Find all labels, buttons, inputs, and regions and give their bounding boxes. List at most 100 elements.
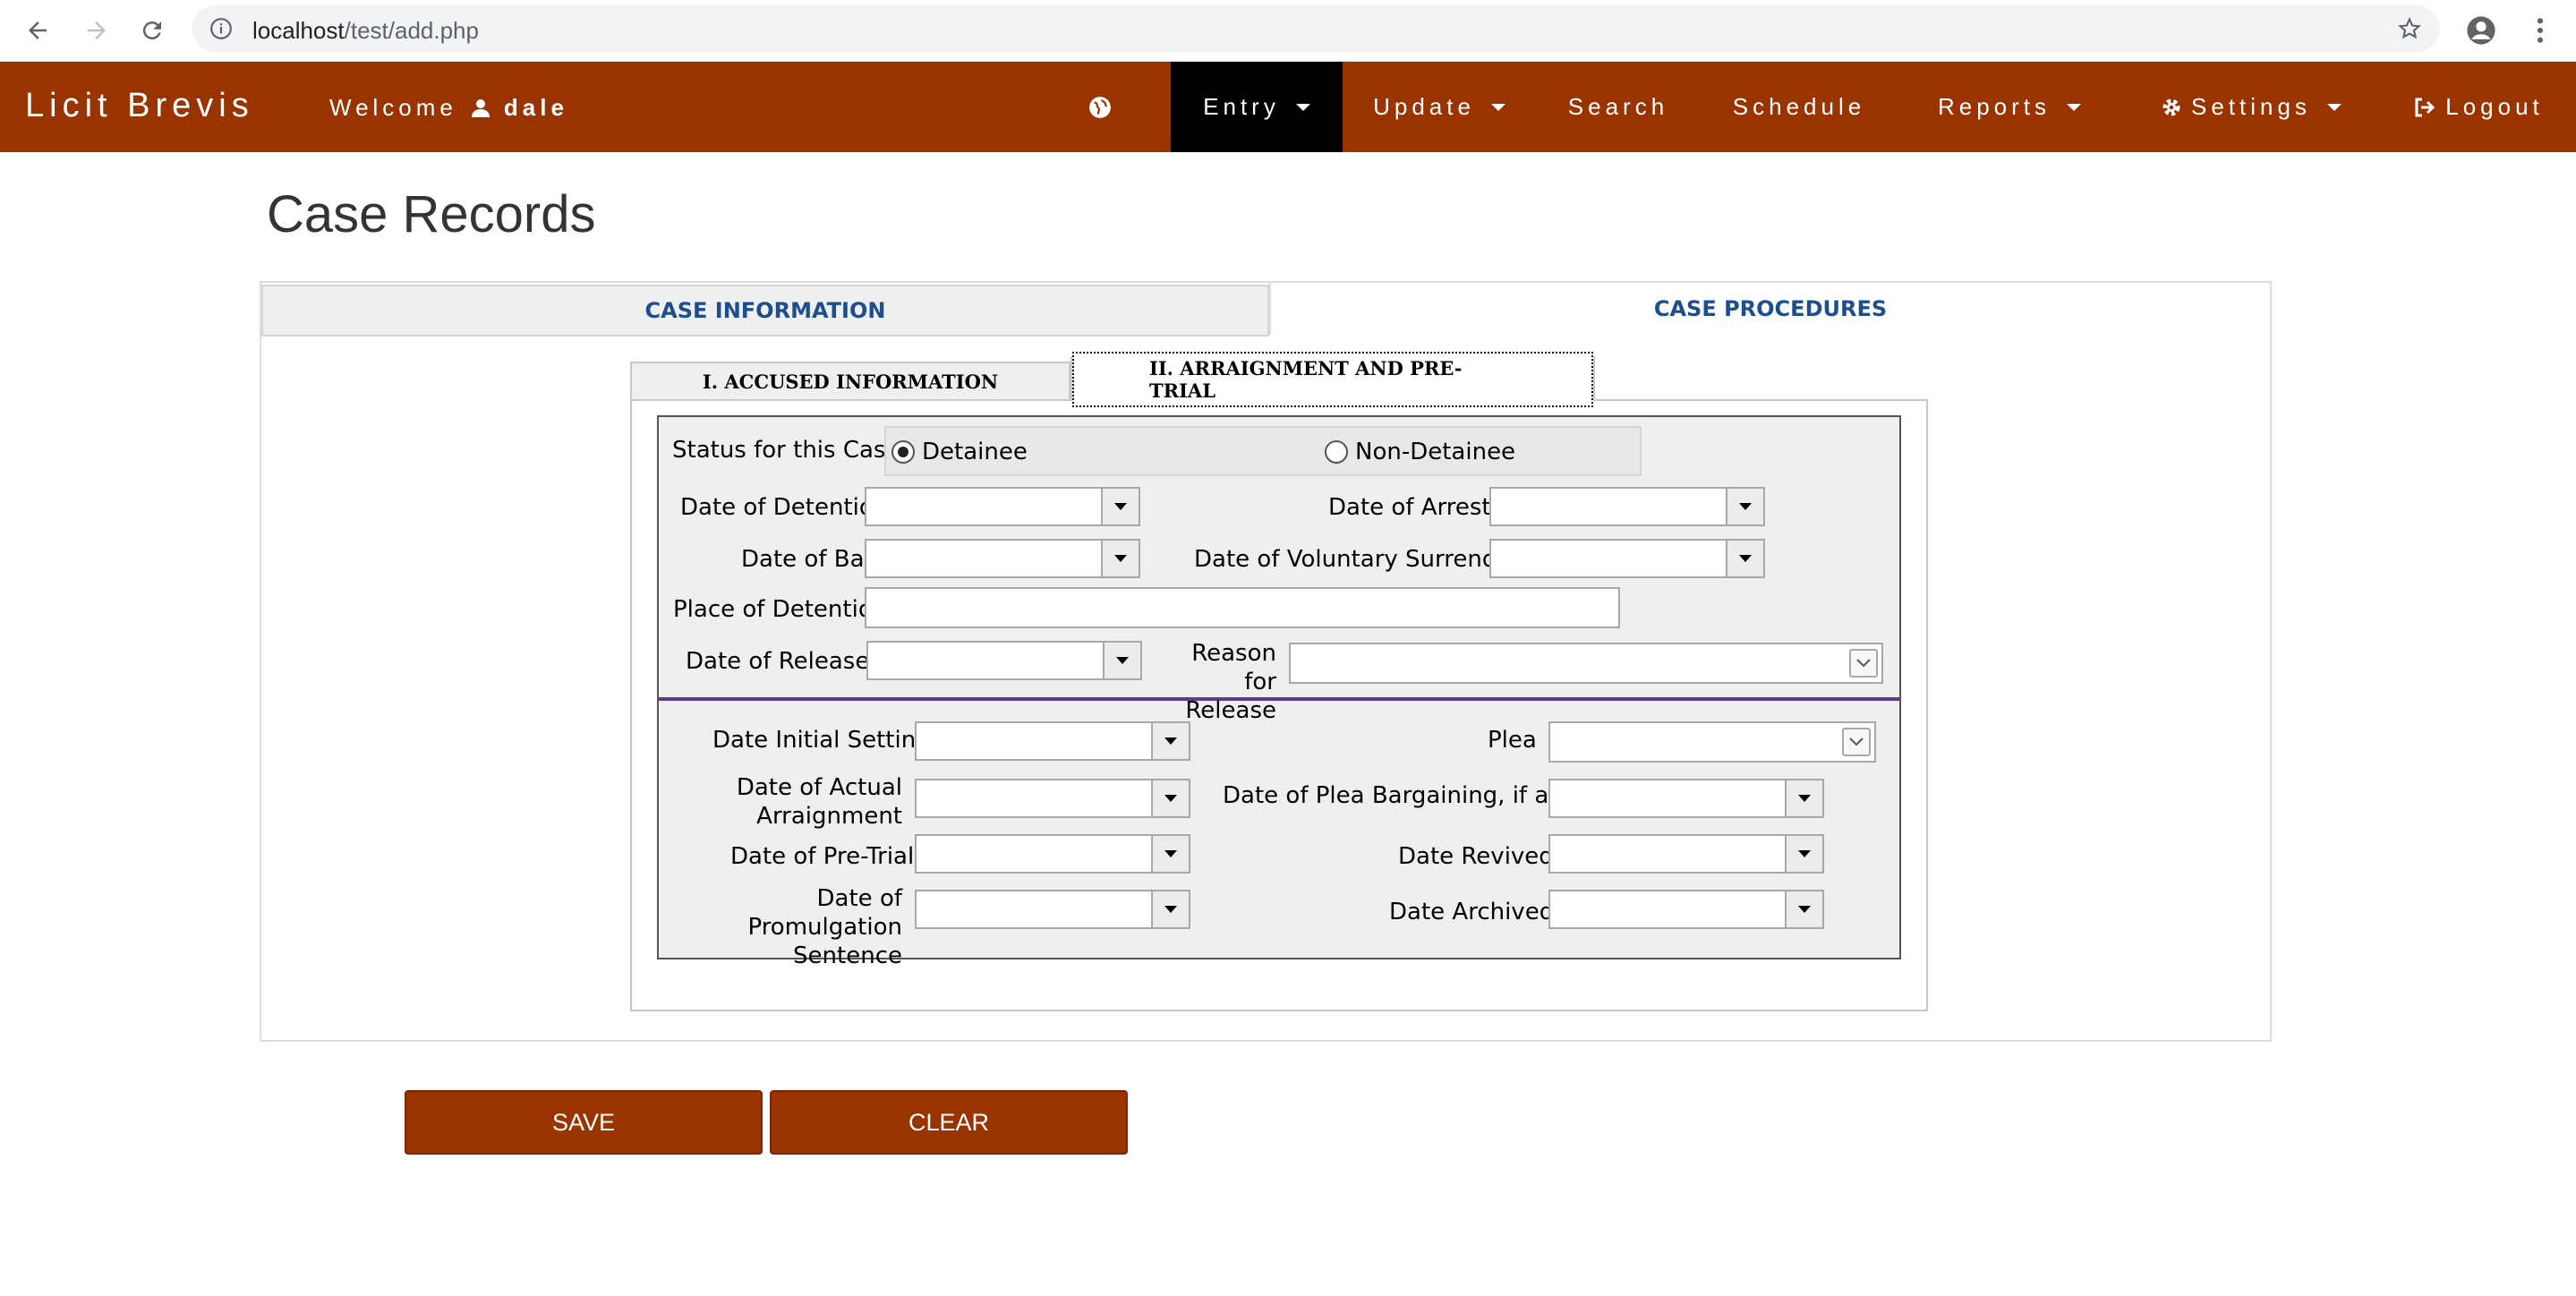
- label-date-of-actual-arraignment: Date of Actual Arraignment: [680, 773, 902, 831]
- back-arrow-icon[interactable]: [20, 13, 55, 48]
- label-plea: Plea: [1488, 727, 1537, 754]
- date-revived-picker[interactable]: [1548, 834, 1824, 874]
- nav-entry-label: Entry: [1203, 93, 1280, 120]
- label-arraignment-line1: Date of Actual: [736, 774, 902, 801]
- dropdown-arrow-icon[interactable]: [1726, 541, 1763, 576]
- label-promulgation-line1: Date of Promulgation: [747, 885, 902, 941]
- date-of-bail-picker[interactable]: [865, 539, 1140, 578]
- reason-for-release-select[interactable]: [1289, 643, 1883, 684]
- nav-search-label: Search: [1567, 93, 1669, 120]
- url-text: localhost/test/add.php: [252, 17, 479, 44]
- date-of-actual-arraignment-picker[interactable]: [915, 779, 1190, 818]
- chevron-down-icon[interactable]: [1842, 728, 1871, 756]
- reload-icon[interactable]: [134, 13, 170, 48]
- caret-down-icon: [2067, 103, 2082, 111]
- radio-detainee[interactable]: [891, 440, 915, 464]
- label-reason-line1: Reason for: [1191, 640, 1276, 695]
- label-date-of-pre-trial: Date of Pre-Trial: [730, 843, 915, 870]
- clear-button[interactable]: CLEAR: [770, 1090, 1128, 1155]
- nav-reports-label: Reports: [1937, 93, 2051, 120]
- place-of-detention-input[interactable]: [865, 587, 1620, 628]
- status-label: Status for this Case: [672, 437, 900, 464]
- nav-schedule-label: Schedule: [1732, 93, 1866, 120]
- welcome-message: Welcome dale: [329, 94, 568, 122]
- brand-title[interactable]: Licit Brevis: [25, 87, 254, 125]
- dropdown-arrow-icon[interactable]: [1151, 723, 1189, 759]
- date-of-voluntary-surrender-picker[interactable]: [1489, 539, 1765, 578]
- dropdown-arrow-icon[interactable]: [1151, 780, 1189, 816]
- label-date-of-arrest: Date of Arrest: [1328, 494, 1491, 521]
- label-date-initial-setting: Date Initial Setting: [712, 727, 931, 754]
- radio-non-detainee[interactable]: [1325, 440, 1348, 464]
- label-reason-line2: Release: [1185, 697, 1276, 724]
- radio-non-detainee-label: Non-Detainee: [1355, 439, 1516, 465]
- nav-update[interactable]: Update: [1343, 62, 1536, 152]
- label-date-revived: Date Revived: [1398, 843, 1554, 870]
- date-of-detention-picker[interactable]: [865, 487, 1140, 526]
- date-of-pre-trial-picker[interactable]: [915, 834, 1190, 874]
- plea-select[interactable]: [1548, 721, 1876, 763]
- label-date-of-released: Date of Released: [686, 648, 884, 675]
- tab-arraignment-label: II. ARRAIGNMENT AND PRE-TRIAL: [1072, 352, 1593, 407]
- label-date-archived: Date Archived: [1389, 899, 1555, 925]
- nav-reports[interactable]: Reports: [1898, 62, 2121, 152]
- info-icon[interactable]: [209, 17, 233, 45]
- dropdown-arrow-icon[interactable]: [1726, 489, 1763, 524]
- nav-logout-label: Logout: [2445, 93, 2544, 120]
- label-reason-for-release: Reason for Release: [1160, 639, 1276, 725]
- date-initial-setting-picker[interactable]: [915, 721, 1190, 761]
- app-navbar: Licit Brevis Welcome dale Entry Update S…: [0, 62, 2576, 152]
- date-of-arrest-picker[interactable]: [1489, 487, 1765, 526]
- label-arraignment-line2: Arraignment: [756, 803, 902, 830]
- label-date-of-bail: Date of Bail: [741, 546, 877, 573]
- caret-down-icon: [1295, 103, 1310, 111]
- caret-down-icon: [2326, 103, 2341, 111]
- dropdown-arrow-icon[interactable]: [1101, 541, 1139, 576]
- nav-schedule[interactable]: Schedule: [1701, 62, 1898, 152]
- user-icon: [471, 98, 490, 117]
- nav-update-label: Update: [1373, 93, 1475, 120]
- nav-settings[interactable]: Settings: [2121, 62, 2381, 152]
- label-promulgation-line2: Sentence: [793, 942, 902, 969]
- tab-case-procedures[interactable]: CASE PROCEDURES: [1269, 281, 2272, 335]
- dropdown-arrow-icon[interactable]: [1785, 891, 1822, 927]
- nav-logout[interactable]: Logout: [2381, 62, 2576, 152]
- browser-toolbar: localhost/test/add.php: [0, 0, 2576, 62]
- label-date-of-promulgation: Date of Promulgation Sentence: [662, 884, 902, 970]
- date-of-released-picker[interactable]: [866, 641, 1142, 680]
- dropdown-arrow-icon[interactable]: [1785, 780, 1822, 816]
- address-bar[interactable]: localhost/test/add.php: [192, 5, 2440, 52]
- bookmark-star-icon[interactable]: [2397, 16, 2422, 46]
- chevron-down-icon[interactable]: [1849, 649, 1878, 678]
- section-divider: [659, 697, 1899, 701]
- logout-icon: [2415, 98, 2435, 116]
- dropdown-arrow-icon[interactable]: [1101, 489, 1139, 524]
- tab-arraignment-pre-trial[interactable]: II. ARRAIGNMENT AND PRE-TRIAL: [1070, 352, 1595, 407]
- dropdown-arrow-icon[interactable]: [1785, 836, 1822, 872]
- welcome-label: Welcome: [329, 94, 457, 121]
- date-of-plea-bargaining-picker[interactable]: [1548, 779, 1824, 818]
- dropdown-arrow-icon[interactable]: [1151, 836, 1189, 872]
- account-icon[interactable]: [2463, 13, 2499, 48]
- globe-icon[interactable]: [1088, 96, 1112, 119]
- label-date-of-plea-bargaining: Date of Plea Bargaining, if any: [1223, 782, 1578, 809]
- username: dale: [503, 94, 568, 121]
- status-radio-group: Detainee Non-Detainee: [884, 426, 1642, 476]
- label-date-of-voluntary-surrender: Date of Voluntary Surrender: [1194, 546, 1522, 573]
- tab-accused-information[interactable]: I. ACCUSED INFORMATION: [630, 362, 1070, 401]
- date-archived-picker[interactable]: [1548, 890, 1824, 929]
- label-date-of-detention: Date of Detention: [680, 494, 889, 521]
- page-title: Case Records: [267, 185, 596, 243]
- tab-case-information[interactable]: CASE INFORMATION: [261, 285, 1269, 337]
- save-button[interactable]: SAVE: [405, 1090, 763, 1155]
- dropdown-arrow-icon[interactable]: [1151, 891, 1189, 927]
- nav-search[interactable]: Search: [1536, 62, 1701, 152]
- caret-down-icon: [1490, 103, 1506, 111]
- nav-entry[interactable]: Entry: [1171, 62, 1343, 152]
- browser-menu-icon[interactable]: [2522, 13, 2558, 48]
- forward-arrow-icon[interactable]: [79, 13, 115, 48]
- gear-icon: [2162, 98, 2180, 115]
- label-place-of-detention: Place of Detention: [673, 596, 888, 623]
- dropdown-arrow-icon[interactable]: [1103, 643, 1140, 678]
- date-of-promulgation-picker[interactable]: [915, 890, 1190, 929]
